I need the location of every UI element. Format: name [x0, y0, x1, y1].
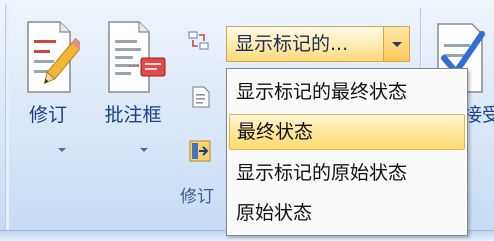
reviewing-pane-icon[interactable]	[189, 140, 211, 162]
display-for-review-combo[interactable]: 显示标记的...	[226, 26, 410, 62]
display-for-review-menu: 显示标记的最终状态 最终状态 显示标记的原始状态 原始状态	[226, 68, 468, 236]
track-changes-button[interactable]: 修订	[12, 10, 84, 160]
balloons-label: 批注框	[104, 104, 162, 126]
chevron-down-icon	[392, 42, 402, 47]
menu-item-original[interactable]: 原始状态	[229, 195, 465, 231]
menu-item-final[interactable]: 最终状态	[229, 114, 465, 150]
show-markup-icon[interactable]	[188, 30, 210, 52]
balloons-icon	[108, 21, 166, 93]
group-label: 修订	[180, 187, 214, 207]
track-changes-label: 修订	[28, 104, 67, 126]
chevron-down-icon	[140, 148, 148, 152]
chevron-down-icon	[58, 148, 66, 152]
menu-item-final-showing-markup[interactable]: 显示标记的最终状态	[229, 74, 465, 110]
balloons-button[interactable]: 批注框	[97, 10, 169, 160]
menu-item-original-showing-markup[interactable]: 显示标记的原始状态	[229, 155, 465, 191]
group-left-edge	[5, 4, 9, 230]
document-view-icon[interactable]	[190, 86, 212, 108]
track-changes-icon	[27, 21, 80, 93]
combo-dropdown-button[interactable]	[383, 27, 409, 61]
display-for-review-value: 显示标记的...	[235, 33, 349, 55]
